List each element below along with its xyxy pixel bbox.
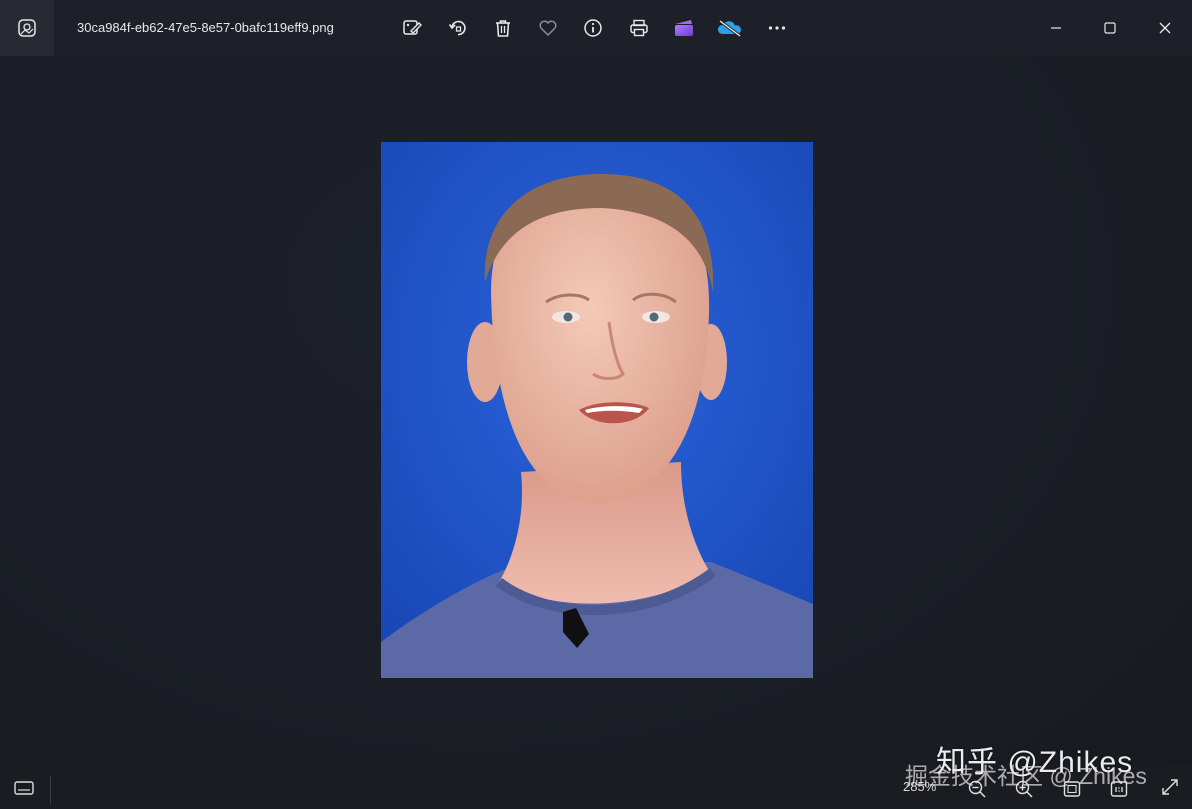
maximize-button[interactable] <box>1096 14 1124 42</box>
maximize-icon <box>1104 22 1116 34</box>
minimize-button[interactable] <box>1042 14 1070 42</box>
status-divider <box>50 776 51 804</box>
print-icon <box>630 19 648 37</box>
onedrive-button[interactable] <box>716 14 744 42</box>
full-screen-button[interactable] <box>1157 775 1183 799</box>
title-bar: 30ca984f-eb62-47e5-8e57-0bafc119eff9.png <box>0 0 1192 56</box>
clipchamp-icon <box>675 20 693 36</box>
more-options-icon <box>768 26 786 30</box>
rotate-button[interactable] <box>444 14 472 42</box>
close-icon <box>1159 22 1171 34</box>
edit-image-button[interactable] <box>398 14 426 42</box>
delete-icon <box>496 20 510 37</box>
print-button[interactable] <box>625 14 653 42</box>
rotate-icon <box>448 20 466 36</box>
delete-button[interactable] <box>489 14 517 42</box>
close-button[interactable] <box>1151 14 1179 42</box>
info-icon <box>584 19 602 37</box>
file-name: 30ca984f-eb62-47e5-8e57-0bafc119eff9.png <box>77 20 334 35</box>
app-icon-button[interactable] <box>0 0 54 56</box>
more-options-button[interactable] <box>763 14 791 42</box>
full-screen-icon <box>1162 779 1178 795</box>
favorite-button[interactable] <box>534 14 562 42</box>
photos-app-icon <box>18 19 36 37</box>
edit-image-icon <box>403 20 422 35</box>
photos-app-window: 30ca984f-eb62-47e5-8e57-0bafc119eff9.png <box>0 0 1192 809</box>
displayed-photo[interactable] <box>381 142 813 678</box>
filmstrip-icon <box>14 781 34 795</box>
filmstrip-toggle-button[interactable] <box>11 776 37 800</box>
watermark-juejin: 掘金技术社区 @ Zhikes <box>905 763 1147 789</box>
clipchamp-button[interactable] <box>670 14 698 42</box>
onedrive-icon <box>717 19 742 38</box>
portrait-image <box>381 142 813 678</box>
info-button[interactable] <box>579 14 607 42</box>
favorite-heart-icon <box>539 20 557 37</box>
minimize-icon <box>1051 27 1061 29</box>
